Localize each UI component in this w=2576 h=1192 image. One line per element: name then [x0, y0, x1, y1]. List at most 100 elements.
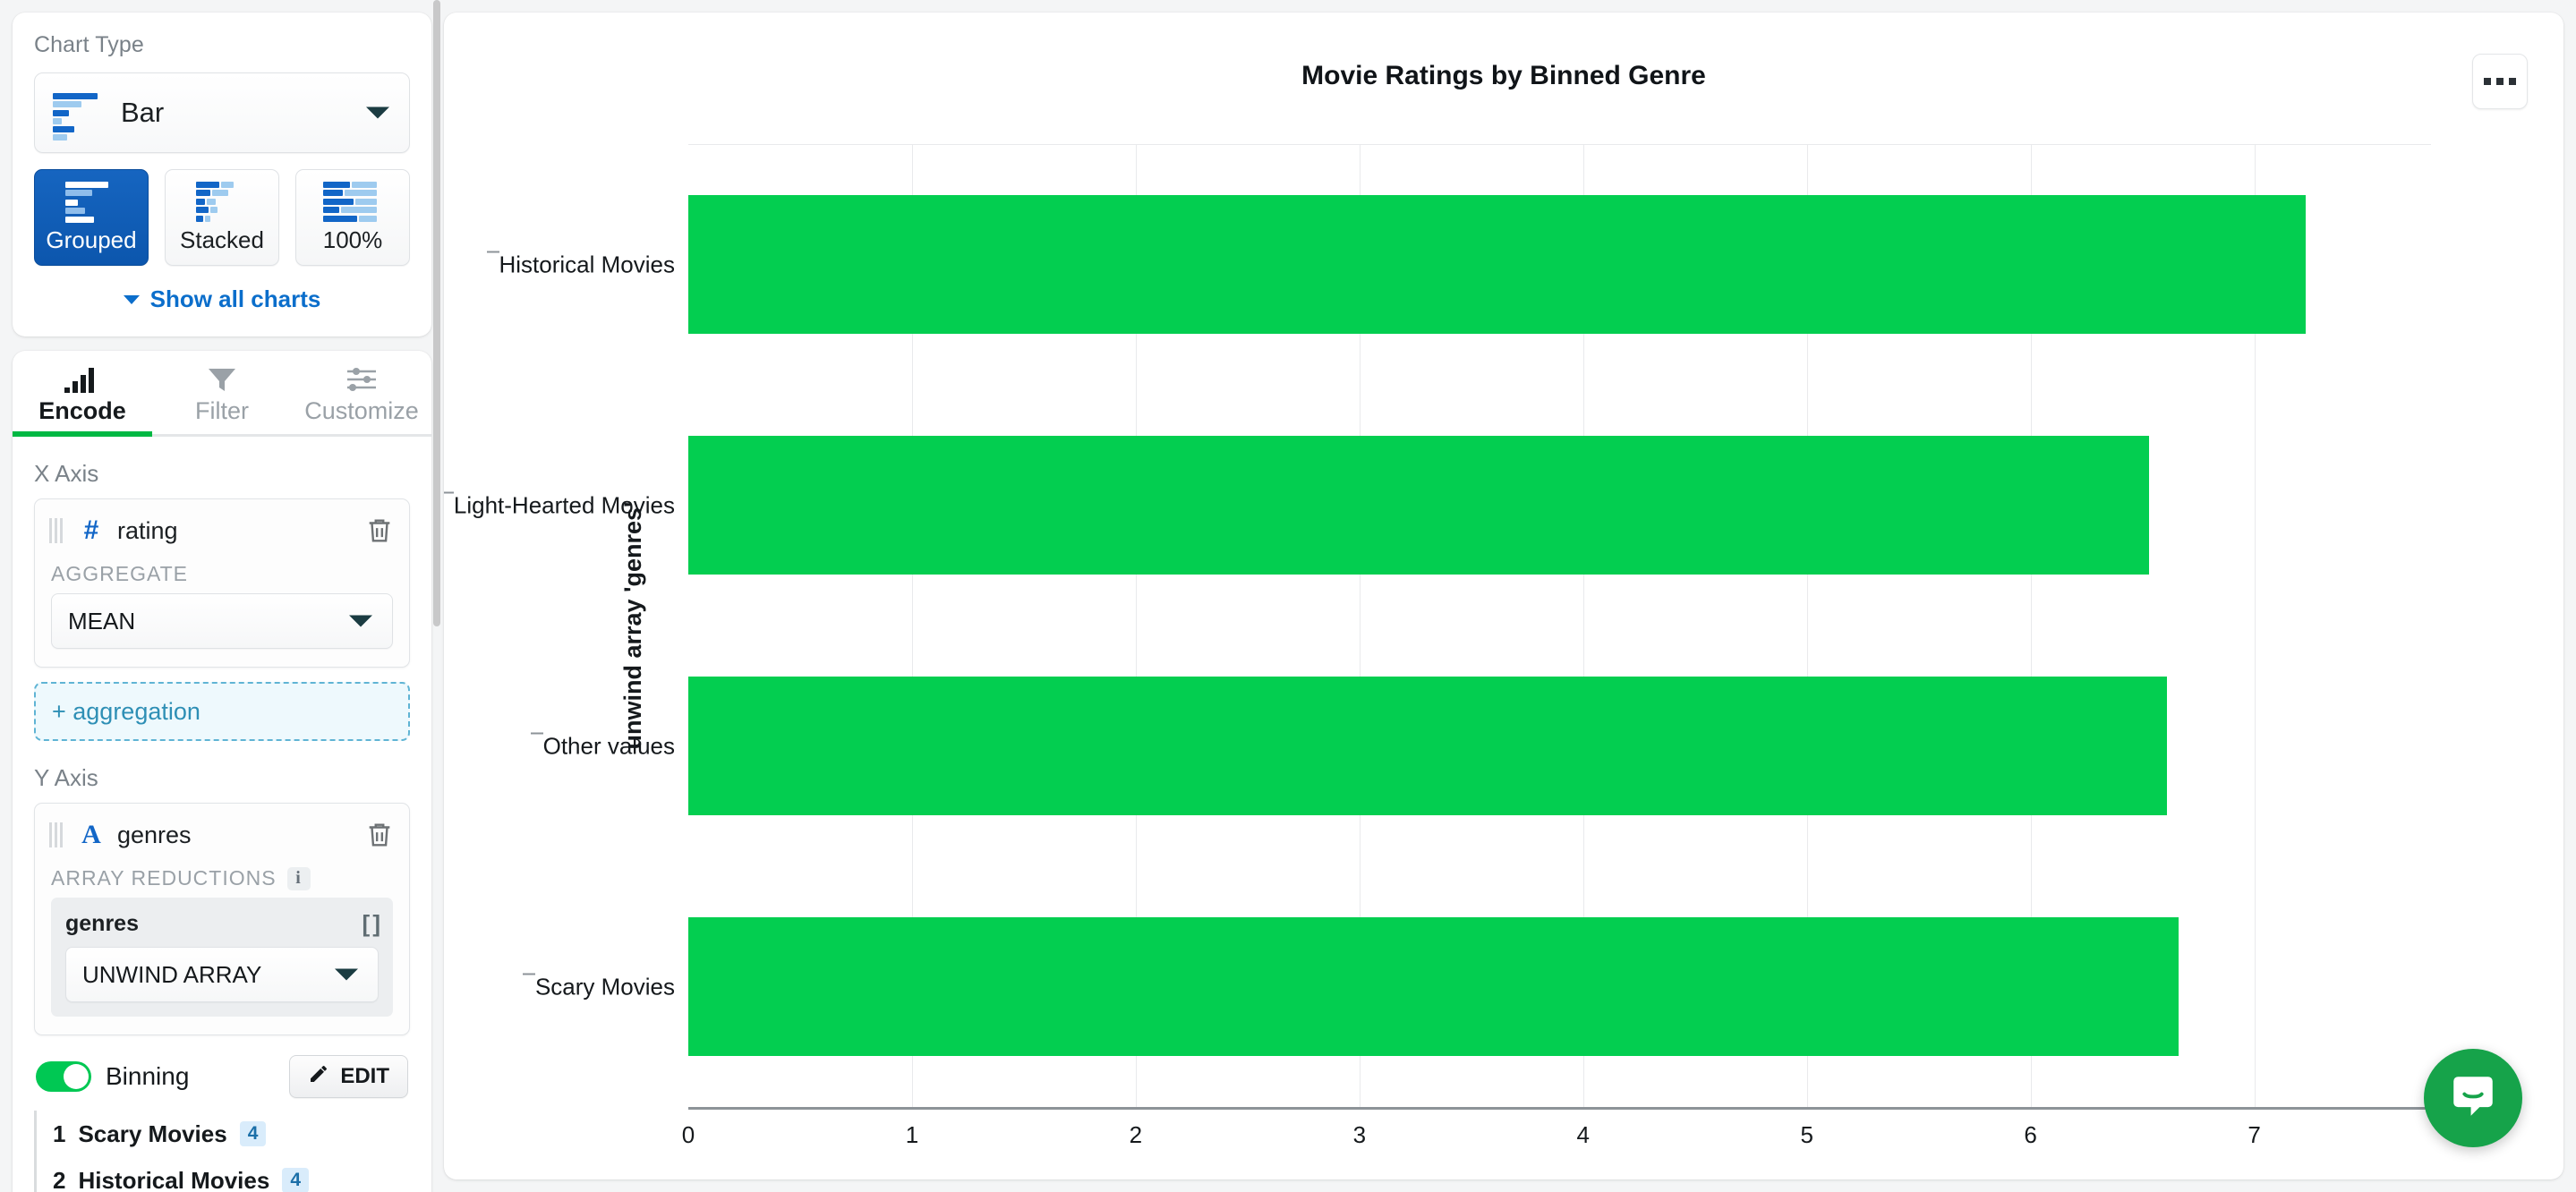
tab-encode-label: Encode: [38, 397, 126, 424]
chart-more-options-button[interactable]: [2472, 54, 2528, 109]
array-reductions-label: ARRAY REDUCTIONS i: [35, 866, 409, 898]
tab-encode[interactable]: Encode: [13, 351, 152, 437]
chart-mode-100-label: 100%: [322, 226, 383, 253]
stacked-bars-icon: [189, 181, 255, 223]
sidebar-scrollbar[interactable]: [433, 0, 440, 1192]
x-tick-label: 0: [681, 1121, 695, 1148]
y-category-label: Historical Movies: [486, 251, 675, 278]
dot: [2509, 78, 2516, 85]
x-axis-field-name: rating: [117, 516, 178, 544]
trash-icon[interactable]: [364, 820, 395, 850]
sidebar-scrollbar-thumb[interactable]: [433, 0, 440, 626]
sliders-icon: [345, 361, 378, 393]
encode-panel: Encode Filter Customize X Axis # rating …: [13, 351, 431, 1192]
tab-filter[interactable]: Filter: [152, 351, 292, 434]
x-tick-label: 3: [1352, 1121, 1367, 1148]
array-reduction-field: genres: [65, 911, 139, 936]
x-axis-field-row[interactable]: # rating: [35, 499, 409, 562]
x-tick-label: 1: [905, 1121, 919, 1148]
funnel-icon: [207, 361, 237, 393]
bin-count: 4: [282, 1168, 310, 1192]
bin-index: 2: [53, 1166, 66, 1192]
dot: [2496, 78, 2503, 85]
bin-count: 4: [239, 1121, 267, 1146]
chart-type-panel: Chart Type Bar Grouped Stacked 100% Show…: [13, 13, 431, 336]
y-category-label: Other values: [530, 732, 675, 760]
chart-mode-100[interactable]: 100%: [295, 169, 410, 266]
grouped-bars-icon: [58, 181, 124, 223]
left-sidebar: Chart Type Bar Grouped Stacked 100% Show…: [0, 0, 444, 1192]
trash-icon[interactable]: [364, 515, 395, 546]
x-tick-label: 6: [2024, 1121, 2037, 1148]
edit-bins-label: EDIT: [340, 1064, 389, 1088]
y-axis-field-card: A genres ARRAY REDUCTIONS i genres [] U…: [34, 803, 410, 1035]
show-all-charts-label: Show all charts: [149, 285, 321, 312]
number-type-icon: #: [83, 515, 99, 545]
intercom-chat-button[interactable]: [2424, 1049, 2522, 1147]
chart-panel: Movie Ratings by Binned Genre 0 1 2 3 4 5 6 7 H…: [444, 13, 2563, 1179]
array-reduction-head: genres [ ]: [65, 910, 380, 938]
x-axis-section-title: X Axis: [34, 460, 99, 487]
plot-area: 01234567 Historical Movies Light-Hearted …: [444, 144, 2431, 1179]
tab-customize[interactable]: Customize: [292, 351, 431, 434]
bar[interactable]: [688, 677, 2168, 815]
array-reduction-value: UNWIND ARRAY: [82, 960, 262, 988]
bin-name: Historical Movies: [78, 1166, 270, 1192]
bar-chart-icon: [51, 91, 99, 140]
chart-type-label: Chart Type: [34, 32, 144, 57]
y-axis-section-title: Y Axis: [34, 764, 98, 791]
x-tick-label: 2: [1129, 1121, 1143, 1148]
add-aggregation-label: + aggregation: [52, 697, 200, 725]
y-axis-tick: [486, 251, 499, 252]
chevron-down-icon: [335, 968, 358, 981]
array-reduction-select[interactable]: UNWIND ARRAY: [65, 947, 379, 1002]
aggregate-select[interactable]: MEAN: [51, 593, 393, 649]
y-axis-field-row[interactable]: A genres: [35, 804, 409, 866]
chat-icon: [2447, 1070, 2499, 1127]
encode-body: X Axis # rating AGGREGATE MEAN + aggrega…: [13, 437, 431, 1192]
bin-name: Scary Movies: [78, 1120, 227, 1147]
y-axis-title: unwind array 'genres': [618, 501, 646, 750]
y-category-label: Scary Movies: [522, 973, 675, 1000]
x-tick-label: 4: [1576, 1121, 1590, 1148]
x-axis-title: mean ( imdb.rating ): [688, 1178, 2431, 1179]
chevron-down-icon: [366, 106, 389, 119]
chart-mode-grouped[interactable]: Grouped: [34, 169, 149, 266]
y-axis-tick: [444, 491, 454, 493]
bin-item[interactable]: 1 Scary Movies 4: [53, 1111, 410, 1157]
drag-handle-icon[interactable]: [49, 518, 64, 543]
chart-mode-stacked[interactable]: Stacked: [165, 169, 279, 266]
chart-type-value: Bar: [121, 97, 165, 128]
chart-mode-grouped-label: Grouped: [46, 226, 137, 253]
add-aggregation-button[interactable]: + aggregation: [34, 682, 410, 741]
info-icon[interactable]: i: [286, 866, 311, 890]
bin-list: 1 Scary Movies 4 2 Historical Movies 4 3…: [34, 1111, 410, 1192]
y-axis-tick: [530, 732, 543, 734]
aggregate-label: AGGREGATE: [51, 562, 188, 585]
bar[interactable]: [688, 195, 2307, 334]
bar-chart-icon: [64, 361, 100, 393]
chart-type-select[interactable]: Bar: [34, 72, 410, 153]
tab-customize-label: Customize: [304, 397, 419, 424]
binning-label: Binning: [106, 1062, 190, 1090]
x-axis-line: [688, 1107, 2431, 1110]
show-all-charts-button[interactable]: Show all charts: [34, 285, 410, 313]
drag-handle-icon[interactable]: [49, 822, 64, 847]
bar[interactable]: [688, 436, 2150, 575]
bar[interactable]: [688, 917, 2179, 1056]
array-reduction-block: genres [ ] UNWIND ARRAY: [51, 898, 393, 1017]
edit-bins-button[interactable]: EDIT: [289, 1055, 408, 1098]
x-tick-label: 7: [2248, 1121, 2261, 1148]
pencil-icon: [308, 1063, 329, 1091]
encode-tabs: Encode Filter Customize: [13, 351, 431, 437]
string-type-icon: A: [81, 820, 101, 849]
x-tick-label: 5: [1800, 1121, 1813, 1148]
array-brackets-icon: [ ]: [362, 910, 380, 937]
chart-mode-stacked-label: Stacked: [180, 226, 264, 253]
binning-row: Binning EDIT: [34, 1055, 410, 1098]
binning-toggle[interactable]: [36, 1061, 91, 1092]
x-axis-field-card: # rating AGGREGATE MEAN: [34, 498, 410, 668]
percent-bars-icon: [320, 181, 386, 223]
bin-item[interactable]: 2 Historical Movies 4: [53, 1157, 410, 1192]
y-axis-tick: [522, 973, 535, 975]
